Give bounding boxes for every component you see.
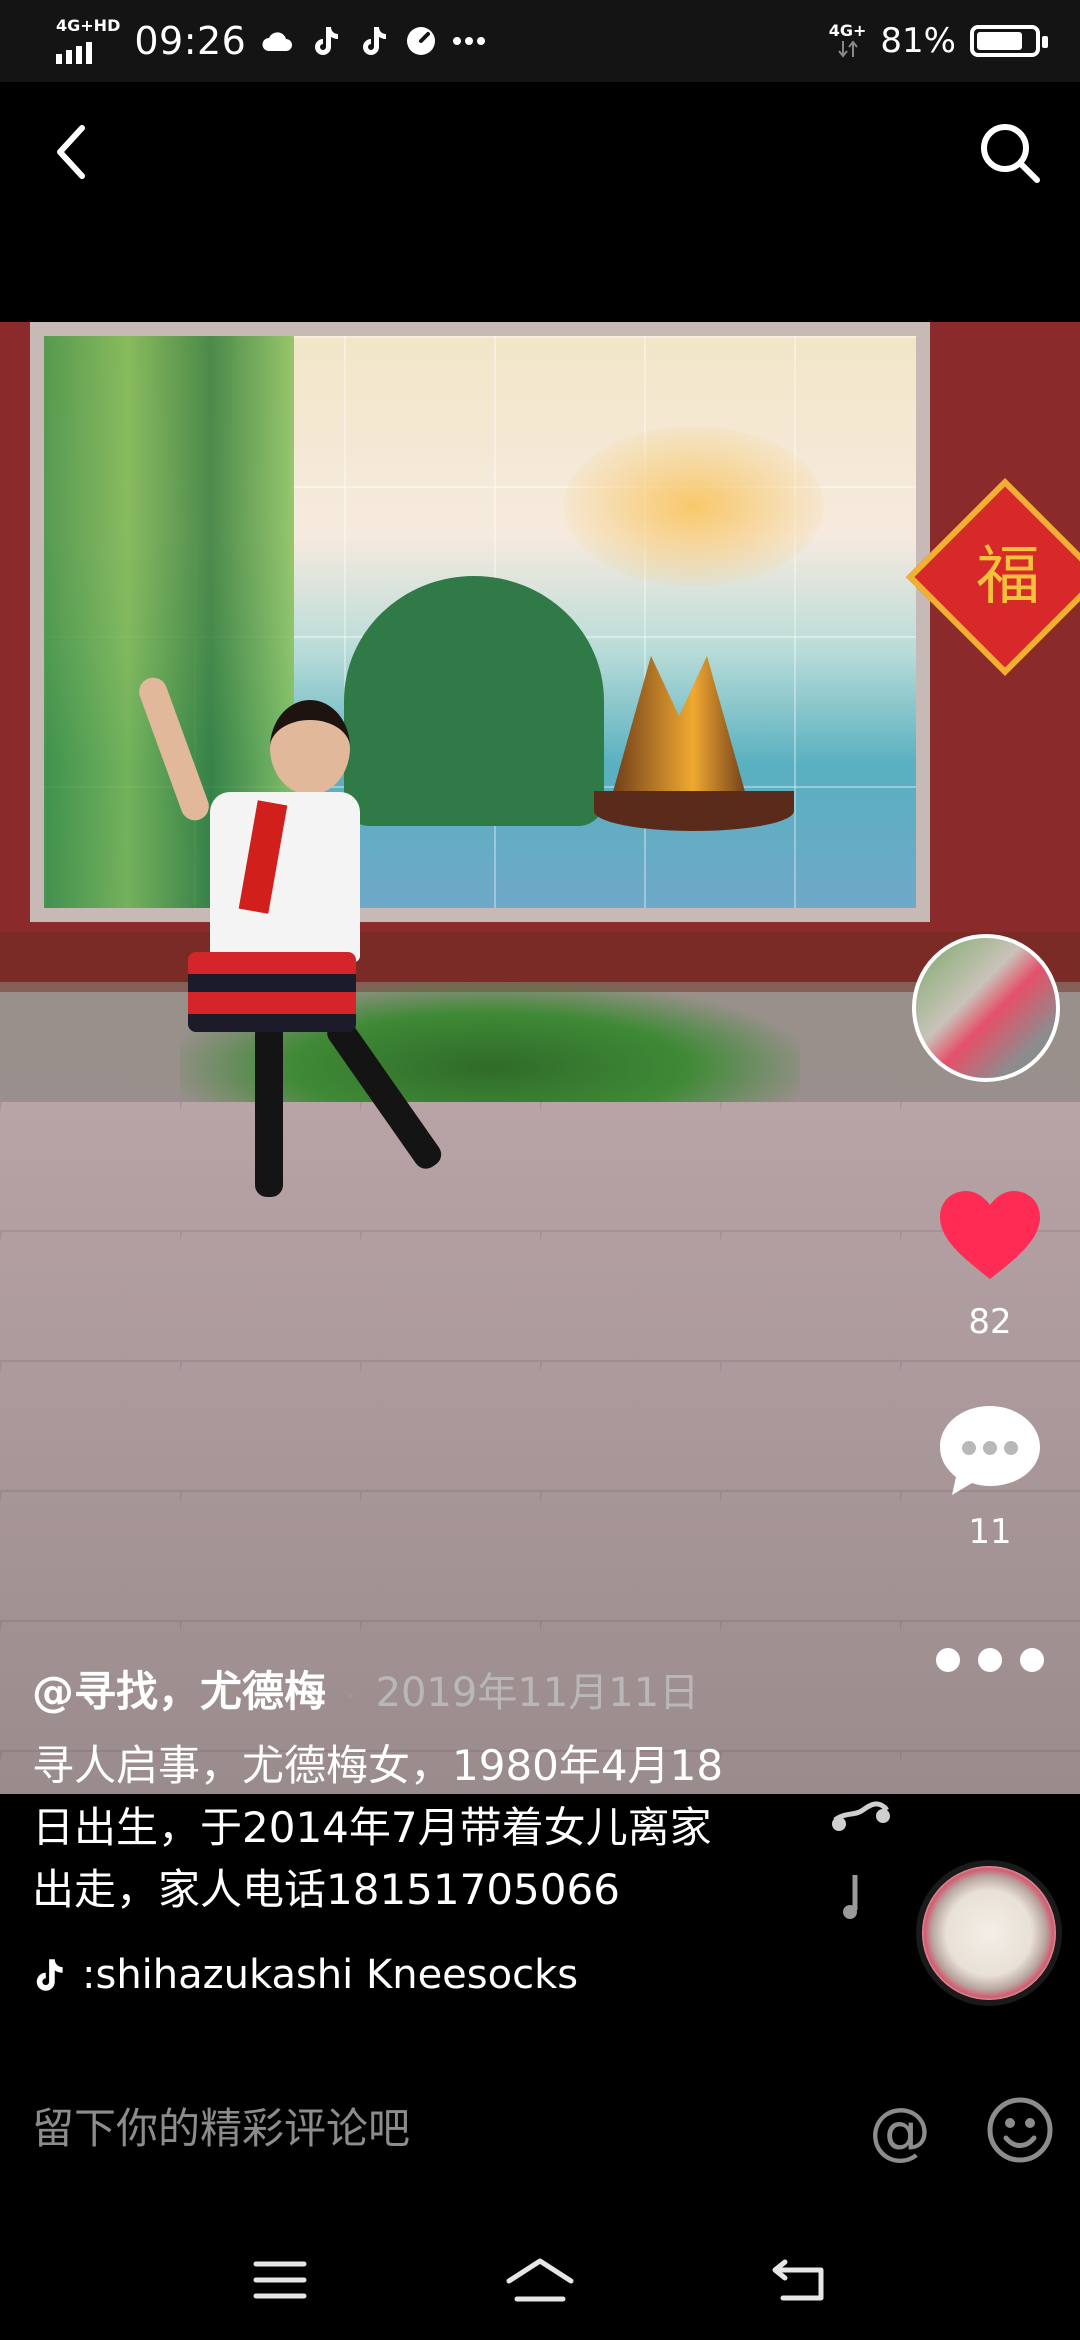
description-line: 寻人启事，尤德梅女，1980年4月18 <box>32 1741 724 1790</box>
post-photo[interactable]: 福 <box>0 322 1080 1794</box>
music-notes-icon <box>825 1790 895 1940</box>
cloud-icon <box>260 24 294 58</box>
menu-icon <box>253 2261 307 2299</box>
painted-sun <box>564 426 824 586</box>
mobile-data-indicator: 4G+ <box>828 21 867 59</box>
more-options-button[interactable] <box>930 1640 1050 1680</box>
separator-dot: · <box>346 1679 356 1714</box>
music-row[interactable]: :shihazukashi Kneesocks <box>32 1952 578 1998</box>
like-count: 82 <box>968 1302 1012 1342</box>
girl-head <box>270 700 350 795</box>
emoji-icon <box>987 2097 1053 2163</box>
like-button[interactable] <box>930 1180 1050 1290</box>
dot <box>978 1648 1002 1672</box>
music-disc[interactable] <box>916 1860 1062 2006</box>
chevron-left-icon <box>57 125 85 179</box>
author-username[interactable]: @寻找，尤德梅 <box>32 1658 326 1719</box>
return-icon <box>772 2259 824 2301</box>
heart-icon <box>940 1191 1040 1279</box>
search-button[interactable] <box>970 108 1050 198</box>
comment-input[interactable] <box>32 2098 812 2158</box>
network-label: 4G+ <box>828 21 867 40</box>
comment-bubble-icon <box>940 1406 1040 1495</box>
tiktok-icon <box>356 24 390 58</box>
at-icon: @ <box>869 2093 931 2167</box>
music-title: :shihazukashi Kneesocks <box>82 1952 579 1998</box>
fu-character: 福 <box>976 540 1040 614</box>
network-indicator: 4G+HD <box>56 18 120 64</box>
back-button[interactable] <box>40 112 100 192</box>
battery-fill <box>977 32 1023 50</box>
painted-island <box>344 576 604 826</box>
post-date: 2019年11月11日 <box>375 1670 700 1716</box>
more-dots-icon <box>452 24 486 58</box>
tiktok-music-icon <box>36 1959 63 1991</box>
home-button[interactable] <box>490 2235 590 2325</box>
data-arrows-icon <box>837 40 858 58</box>
girl-leg <box>255 1022 283 1197</box>
description-line: 日出生，于2014年7月带着女儿离家 <box>32 1803 712 1852</box>
girl-skirt <box>188 952 356 1032</box>
author-avatar[interactable] <box>912 934 1060 1082</box>
tiled-painting <box>30 322 930 922</box>
battery-percent: 81% <box>880 21 956 61</box>
clock: 09:26 <box>134 19 247 63</box>
dot <box>936 1648 960 1672</box>
post-description[interactable]: 寻人启事，尤德梅女，1980年4月18 日出生，于2014年7月带着女儿离家 出… <box>32 1735 782 1921</box>
emoji-button[interactable] <box>982 2092 1058 2168</box>
system-back-button[interactable] <box>750 2235 850 2325</box>
speed-icon <box>404 24 438 58</box>
comment-count: 11 <box>968 1512 1012 1552</box>
menu-button[interactable] <box>230 2235 330 2325</box>
signal-icon <box>56 36 92 64</box>
network-label: 4G+HD <box>56 16 121 35</box>
comment-button[interactable] <box>930 1396 1050 1506</box>
search-icon <box>981 124 1040 183</box>
battery-icon <box>970 25 1048 57</box>
mural-wall: 福 <box>0 322 1080 992</box>
dot <box>1020 1648 1044 1672</box>
description-line: 出走，家人电话18151705066 <box>32 1865 620 1914</box>
painted-boat-hull <box>594 791 794 831</box>
tiktok-icon <box>308 24 342 58</box>
painted-boat-sail <box>609 656 749 806</box>
mention-button[interactable]: @ <box>860 2090 940 2170</box>
home-icon <box>506 2258 574 2302</box>
system-nav-bar <box>0 2220 1080 2340</box>
status-bar: 4G+HD 09:26 4G+ 81% <box>0 0 1080 82</box>
post-header: @寻找，尤德梅 · 2019年11月11日 <box>32 1658 699 1719</box>
